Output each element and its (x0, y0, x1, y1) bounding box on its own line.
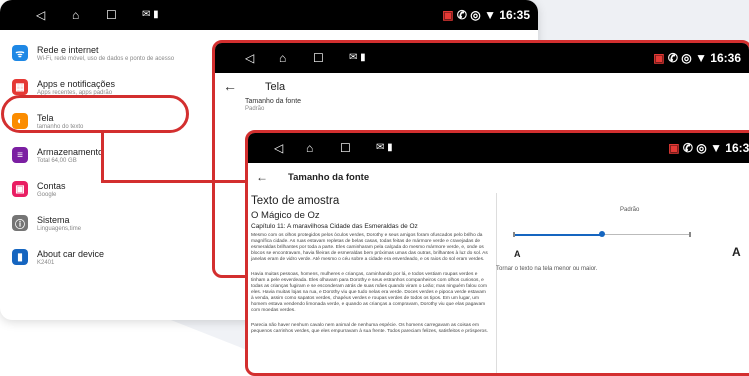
slider-tick (689, 232, 691, 237)
settings-item-subtitle: Linguagens,time (37, 226, 82, 232)
wifi-icon: ᯤ (12, 45, 28, 61)
notification-icons: ✉ ▮ (376, 142, 393, 153)
settings-item-title: Rede e internet (37, 45, 99, 55)
settings-item-subtitle: Google (37, 192, 57, 198)
slider-hint: Tornar o texto na tela menor ou maior. (496, 266, 598, 272)
notification-icons: ✉ ▮ (142, 9, 159, 20)
app-bar: ← Tamanho da fonte (248, 163, 749, 193)
home-nav-icon[interactable]: ⌂ (72, 8, 79, 22)
storage-icon: ≡ (12, 147, 28, 163)
font-size-row-value: Padrão (245, 106, 265, 112)
settings-item-title: Contas (37, 181, 66, 191)
connector-line (101, 131, 104, 183)
notification-icons: ✉ ▮ (349, 52, 366, 63)
preview-paragraph: Parecia não haver nenhum cavalo nem anim… (251, 323, 488, 334)
signal-icon: ▣ (668, 141, 680, 155)
home-nav-icon[interactable]: ⌂ (306, 141, 313, 155)
signal-icon: ▣ (442, 8, 454, 22)
page-title: Tamanho da fonte (288, 172, 370, 183)
highlight-outline (1, 95, 189, 133)
navigation-bar: ◁ ⌂ ☐ ✉ ▮ ▣ ✆ ◎ ▼ 16:36 (215, 43, 749, 73)
navigation-bar: ◁ ⌂ ☐ ✉ ▮ ▣ ✆ ◎ ▼ 16:36 (248, 133, 749, 163)
home-nav-icon[interactable]: ⌂ (279, 51, 286, 65)
recents-nav-icon[interactable]: ☐ (106, 8, 117, 22)
preview-heading: Texto de amostra (251, 195, 340, 207)
preview-paragraph: Havia muitas pessoas, homens, mulheres e… (251, 272, 487, 313)
preview-chapter: Capítulo 11: A maravilhosa Cidade das Es… (251, 223, 418, 230)
clock: 16:36 (725, 141, 749, 155)
system-icon: ⓘ (12, 215, 28, 231)
slider-thumb[interactable] (599, 231, 605, 237)
font-size-control: Padrão A A Tornar o texto na tela menor … (496, 193, 749, 373)
connector-line (101, 180, 246, 183)
clock: 16:35 (499, 8, 530, 22)
slider-tick (513, 232, 515, 237)
recents-nav-icon[interactable]: ☐ (340, 141, 351, 155)
apps-icon: ▦ (12, 79, 28, 95)
page-title: Tela (265, 81, 286, 93)
status-bar: ▣ ✆ ◎ ▼ 16:36 (653, 51, 741, 65)
navigation-bar: ◁ ⌂ ☐ ✉ ▮ ▣ ✆ ◎ ▼ 16:35 (0, 0, 538, 30)
settings-item-title: Sistema (37, 215, 70, 225)
settings-item-subtitle: Wi-Fi, rede móvel, uso de dados e ponto … (37, 56, 175, 62)
font-size-screen: ◁ ⌂ ☐ ✉ ▮ ▣ ✆ ◎ ▼ 16:36 ← Tamanho da fon… (245, 130, 749, 376)
accounts-icon: ▣ (12, 181, 28, 197)
settings-item-subtitle: Total 64,00 GB (37, 158, 77, 164)
back-nav-icon[interactable]: ◁ (245, 51, 254, 65)
settings-item-subtitle: K2401 (37, 260, 55, 266)
settings-item-title: Armazenamento (37, 147, 104, 157)
text-preview: Texto de amostra O Mágico de Oz Capítulo… (248, 193, 497, 373)
slider-value-label: Padrão (620, 207, 640, 213)
preview-book-title: O Mágico de Oz (251, 210, 320, 221)
status-bar: ▣ ✆ ◎ ▼ 16:36 (668, 141, 749, 155)
font-size-row-title: Tamanho da fonte (245, 98, 302, 105)
clock: 16:36 (710, 51, 741, 65)
recents-nav-icon[interactable]: ☐ (313, 51, 324, 65)
status-bar: ▣ ✆ ◎ ▼ 16:35 (442, 8, 530, 22)
back-arrow-icon[interactable]: ← (256, 170, 268, 184)
slider-fill (514, 234, 602, 236)
preview-paragraph: Mesmo com os olhos protegidos pelos ócul… (251, 233, 488, 262)
settings-item-title: About car device (37, 249, 105, 259)
back-nav-icon[interactable]: ◁ (274, 141, 283, 155)
larger-text-icon[interactable]: A (732, 245, 741, 259)
back-arrow-icon[interactable]: ← (223, 78, 237, 94)
signal-icon: ▣ (653, 51, 665, 65)
back-nav-icon[interactable]: ◁ (36, 8, 45, 22)
about-icon: ▮ (12, 249, 28, 265)
smaller-text-icon[interactable]: A (514, 249, 521, 259)
settings-item-title: Apps e notificações (37, 79, 116, 89)
